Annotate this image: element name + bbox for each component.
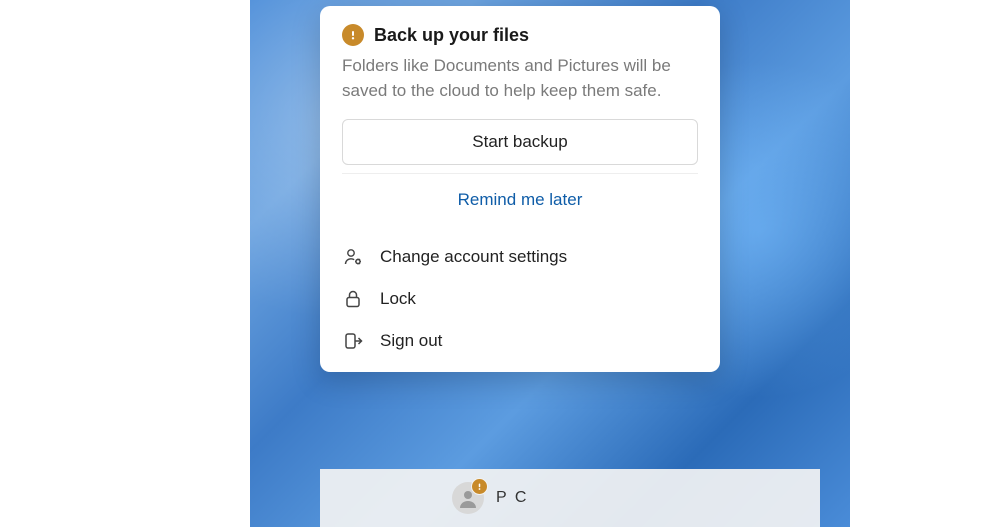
sign-out-item[interactable]: Sign out <box>328 320 712 362</box>
start-backup-button[interactable]: Start backup <box>342 119 698 165</box>
lock-item[interactable]: Lock <box>328 278 712 320</box>
menu-item-label: Change account settings <box>380 247 567 267</box>
sign-out-icon <box>342 330 364 352</box>
backup-title: Back up your files <box>374 25 529 46</box>
user-gear-icon <box>342 246 364 268</box>
backup-description: Folders like Documents and Pictures will… <box>320 48 720 119</box>
menu-item-label: Sign out <box>380 331 442 351</box>
warning-icon <box>342 24 364 46</box>
taskbar-user-button[interactable]: P C <box>440 476 540 520</box>
backup-header: Back up your files <box>320 24 720 48</box>
warning-icon <box>471 478 488 495</box>
menu-item-label: Lock <box>380 289 416 309</box>
user-avatar <box>452 482 484 514</box>
taskbar: P C <box>320 469 820 527</box>
remind-later-button[interactable]: Remind me later <box>342 173 698 222</box>
change-account-settings-item[interactable]: Change account settings <box>328 236 712 278</box>
lock-icon <box>342 288 364 310</box>
account-flyout: Back up your files Folders like Document… <box>320 6 720 372</box>
taskbar-user-name: P C <box>496 489 528 507</box>
account-menu: Change account settings Lock Sign out <box>320 236 720 362</box>
